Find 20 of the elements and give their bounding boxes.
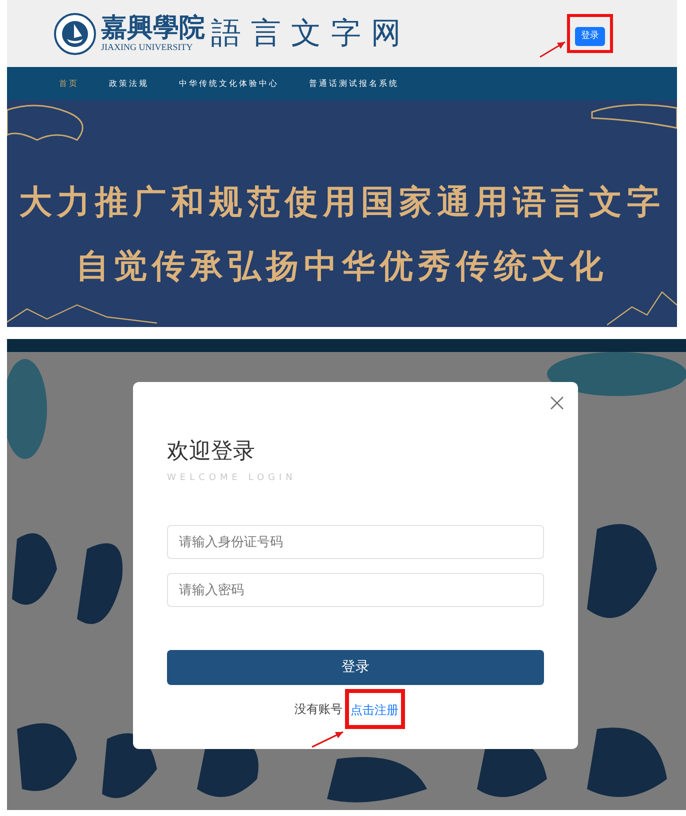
site-name: 語言文字网 (211, 15, 411, 53)
nav-link[interactable]: 政策法规 (109, 78, 149, 90)
login-button[interactable]: 登录 (575, 26, 605, 46)
input-field[interactable]: 请输入身份证号码 (167, 525, 544, 559)
input-field[interactable]: 请输入密码 (167, 573, 544, 607)
banner-slogan: 大力推广和规范使用国家通用语言文字 (19, 181, 665, 223)
university-emblem-icon (53, 12, 97, 56)
submit-button[interactable]: 登录 (167, 650, 544, 685)
nav-link[interactable]: 普通话测试报名系统 (309, 78, 399, 90)
nav-link[interactable]: 首页 (59, 78, 79, 90)
register-link[interactable]: 点击注册 (350, 703, 398, 717)
annotation-arrow (540, 41, 566, 58)
dialog-title: 欢迎登录 (167, 438, 256, 466)
english-name: JIAXING UNIVERSITY (101, 43, 194, 52)
prompt-text: 没有账号 (294, 701, 342, 718)
annotation-arrow (312, 731, 344, 748)
banner-slogan: 自觉传承弘扬中华优秀传统文化 (76, 244, 608, 286)
school-name: 嘉興學院 (101, 15, 205, 41)
nav-link[interactable]: 中华传统文化体验中心 (179, 78, 279, 90)
close-icon[interactable] (550, 396, 564, 410)
